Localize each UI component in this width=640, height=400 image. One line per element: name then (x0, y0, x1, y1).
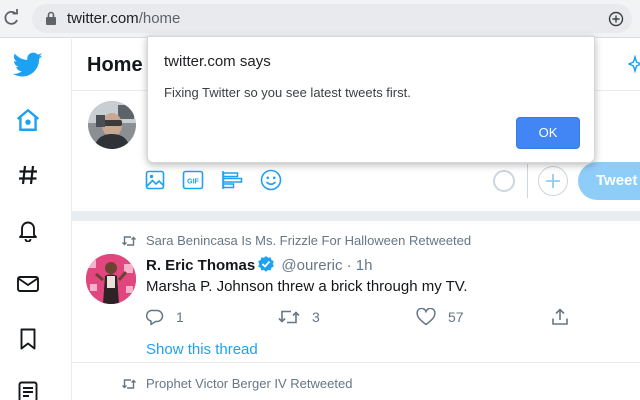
tweet-text: Marsha P. Johnson threw a brick through … (146, 278, 468, 295)
add-tweet-button[interactable] (538, 166, 568, 196)
hashtag-icon[interactable] (12, 159, 44, 191)
tweet-button[interactable]: Tweet (578, 162, 640, 200)
heart-icon (416, 308, 436, 326)
retweet-button[interactable]: 3 (278, 307, 320, 327)
image-icon[interactable] (143, 168, 167, 192)
composer-divider (527, 164, 528, 198)
browser-toolbar: twitter.com/home (0, 0, 640, 38)
show-thread-link[interactable]: Show this thread (146, 341, 258, 358)
url-path: /home (138, 10, 181, 27)
mail-icon[interactable] (12, 268, 44, 300)
poll-icon[interactable] (220, 168, 244, 192)
user-handle[interactable]: @oureric (281, 257, 342, 274)
list-icon[interactable] (12, 376, 44, 400)
home-icon[interactable] (12, 104, 44, 136)
reply-button[interactable]: 1 (146, 307, 184, 327)
bookmark-icon[interactable] (12, 323, 44, 355)
character-count-ring (493, 170, 515, 192)
tweet[interactable]: Prophet Victor Berger IV Retweeted (72, 364, 640, 400)
like-button[interactable]: 57 (416, 307, 464, 327)
lock-icon (44, 11, 58, 26)
tweet-timestamp[interactable]: · 1h (347, 257, 373, 274)
retweet-count: 3 (312, 309, 320, 325)
dialog-message: Fixing Twitter so you see latest tweets … (164, 85, 411, 100)
sidebar-nav (0, 39, 72, 400)
share-button[interactable] (551, 307, 581, 327)
avatar[interactable] (86, 254, 136, 304)
tweet-author[interactable]: R. Eric Thomas @oureric · 1h (146, 255, 372, 278)
twitter-bird-icon[interactable] (12, 49, 44, 81)
alert-dialog: twitter.com says Fixing Twitter so you s… (147, 36, 595, 163)
retweeted-by-text[interactable]: Prophet Victor Berger IV Retweeted (146, 376, 352, 392)
section-separator (72, 211, 640, 221)
display-name[interactable]: R. Eric Thomas (146, 257, 255, 274)
share-icon (552, 308, 568, 325)
sparkle-icon[interactable] (627, 53, 640, 75)
dialog-title: twitter.com says (164, 53, 271, 70)
tweet[interactable]: Sara Benincasa Is Ms. Frizzle For Hallow… (72, 221, 640, 363)
tweet-actions: 1 3 57 (146, 307, 576, 327)
url-host: twitter.com (67, 10, 139, 27)
url-text[interactable]: twitter.com/home (67, 10, 180, 27)
verified-badge-icon (257, 255, 275, 278)
bell-icon[interactable] (12, 214, 44, 246)
svg-text:GIF: GIF (187, 179, 199, 186)
reply-count: 1 (176, 309, 184, 325)
page-title: Home (87, 54, 143, 76)
gif-icon[interactable]: GIF (181, 168, 205, 192)
retweet-icon (122, 234, 136, 248)
reload-icon[interactable] (2, 8, 20, 28)
retweet-icon (122, 377, 136, 391)
address-bar[interactable]: twitter.com/home (32, 4, 632, 33)
retweet-icon (278, 310, 300, 324)
add-bookmark-icon[interactable] (608, 11, 624, 27)
emoji-icon[interactable] (259, 168, 283, 192)
like-count: 57 (448, 309, 464, 325)
retweeted-by-text[interactable]: Sara Benincasa Is Ms. Frizzle For Hallow… (146, 233, 471, 249)
avatar[interactable] (88, 101, 136, 149)
ok-button[interactable]: OK (516, 117, 580, 149)
reply-icon (146, 309, 164, 326)
